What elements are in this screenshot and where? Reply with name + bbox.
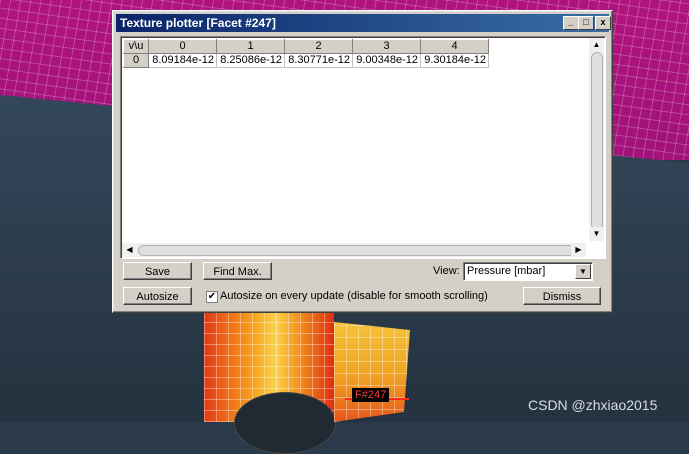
- scroll-down-icon[interactable]: ▼: [589, 227, 604, 241]
- horizontal-scrollbar[interactable]: ◀ ▶: [122, 243, 586, 257]
- grid-corner-header: v\u: [123, 39, 149, 54]
- close-button[interactable]: x: [595, 16, 611, 30]
- scroll-right-icon[interactable]: ▶: [571, 243, 586, 257]
- table-row: 0 8.09184e-12 8.25086e-12 8.30771e-12 9.…: [123, 53, 489, 68]
- value-table: v\u 0 1 2 3 4 0 8.09184e-12 8.25086e-12 …: [123, 39, 489, 68]
- texture-plotter-window: Texture plotter [Facet #247] _ □ x v\u 0…: [112, 10, 613, 313]
- scroll-up-icon[interactable]: ▲: [589, 38, 604, 52]
- pipe-opening: [234, 392, 336, 454]
- table-cell[interactable]: 8.25086e-12: [216, 53, 285, 68]
- texture-grid[interactable]: v\u 0 1 2 3 4 0 8.09184e-12 8.25086e-12 …: [120, 36, 606, 259]
- facet-label: F#247: [352, 388, 390, 402]
- vertical-scrollbar[interactable]: ▲ ▼: [589, 38, 604, 241]
- minimize-button[interactable]: _: [563, 16, 579, 30]
- row-header[interactable]: 0: [123, 53, 149, 68]
- column-header[interactable]: 1: [216, 39, 285, 54]
- window-titlebar[interactable]: Texture plotter [Facet #247] _ □ x: [116, 14, 611, 32]
- chevron-down-icon[interactable]: ▼: [575, 264, 591, 279]
- autosize-button[interactable]: Autosize: [123, 287, 192, 305]
- autosize-checkbox-label: Autosize on every update (disable for sm…: [220, 290, 488, 302]
- table-cell[interactable]: 8.30771e-12: [284, 53, 353, 68]
- save-button[interactable]: Save: [123, 262, 192, 280]
- table-cell[interactable]: 9.30184e-12: [420, 53, 489, 68]
- pipe-branch-geometry: [334, 322, 410, 422]
- view-label: View:: [433, 265, 460, 277]
- scroll-left-icon[interactable]: ◀: [122, 243, 137, 257]
- watermark: CSDN @zhxiao2015: [528, 397, 658, 413]
- horizontal-scroll-thumb[interactable]: [138, 245, 576, 256]
- view-selected-value: Pressure [mbar]: [467, 265, 546, 277]
- table-cell[interactable]: 9.00348e-12: [352, 53, 421, 68]
- vertical-scroll-thumb[interactable]: [591, 52, 603, 230]
- maximize-button[interactable]: □: [578, 16, 594, 30]
- column-header[interactable]: 0: [148, 39, 217, 54]
- column-header[interactable]: 2: [284, 39, 353, 54]
- table-cell[interactable]: 8.09184e-12: [148, 53, 217, 68]
- dismiss-button[interactable]: Dismiss: [523, 287, 601, 305]
- column-header[interactable]: 4: [420, 39, 489, 54]
- column-header[interactable]: 3: [352, 39, 421, 54]
- find-max-button[interactable]: Find Max.: [203, 262, 272, 280]
- autosize-checkbox[interactable]: ✔: [206, 291, 218, 303]
- view-dropdown[interactable]: Pressure [mbar] ▼: [463, 262, 593, 281]
- window-title: Texture plotter [Facet #247]: [120, 16, 276, 30]
